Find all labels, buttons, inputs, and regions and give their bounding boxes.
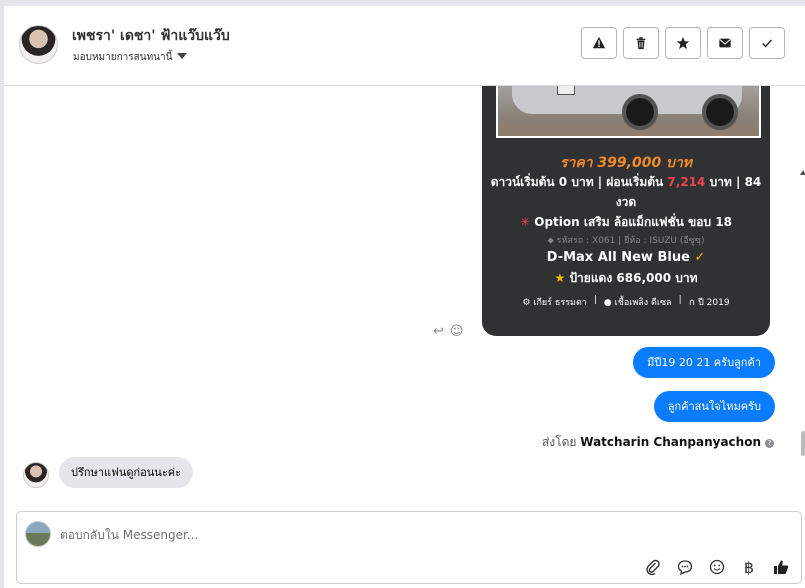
emoji-reaction-icon[interactable]: ☺ [450, 324, 464, 339]
star-icon: ★ [554, 271, 566, 285]
mark-unread-button[interactable] [707, 27, 743, 59]
emoji-button[interactable] [707, 557, 727, 577]
car-wheel [622, 94, 658, 130]
car-meta: ⬥ รหัสรถ : X061 | ยี่ห้อ : ISUZU (อีซูซุ… [547, 236, 705, 246]
report-spam-button[interactable] [581, 27, 617, 59]
gear-spec: ⚙ เกียร์ ธรรมดา [522, 298, 587, 308]
tag-icon: ⬥ [547, 236, 554, 246]
scroll-up-arrow[interactable] [800, 170, 805, 175]
assign-conversation-dropdown[interactable]: มอบหมายการสนทนานี้ [73, 50, 188, 65]
reply-icon[interactable]: ↩ [433, 324, 444, 339]
car-image [512, 86, 742, 130]
delete-button[interactable] [623, 27, 659, 59]
payment-button[interactable]: ฿ [739, 557, 759, 577]
sent-by-prefix: ส่งโดย [541, 435, 577, 449]
verified-badge-icon: ✓ [694, 250, 706, 265]
down-payment-prefix: ดาวน์เริ่มต้น 0 บาท | ผ่อนเริ่มต้น [490, 175, 664, 189]
divider: | [593, 295, 597, 305]
chat-bubble-icon [677, 560, 693, 575]
header-actions [581, 27, 785, 59]
option-text: ✳ Option เสริม ล้อแม็กแฟชั่น ขอบ 18 [520, 215, 732, 229]
asterisk-icon: ✳ [520, 215, 531, 229]
paperclip-icon [646, 559, 660, 575]
outgoing-message[interactable]: มีปี19 20 21 ครับลูกค้า [633, 347, 775, 378]
year-spec: ∩ ปี 2019 [688, 298, 730, 308]
contact-name[interactable]: เพชรา' เดชา' ฟ้าแว๊บแว๊บ [72, 25, 230, 47]
down-payment-text: ดาวน์เริ่มต้น 0 บาท | ผ่อนเริ่มต้น 7,214… [488, 172, 764, 212]
divider: | [678, 295, 682, 305]
sent-by-label: ส่งโดย Watcharin Chanpanyachon? [542, 433, 774, 452]
scrollbar-thumb[interactable] [801, 431, 805, 456]
attach-button[interactable] [643, 557, 663, 577]
card-details: ราคา 399,000 บาท ดาวน์เริ่มต้น 0 บาท | ผ… [482, 154, 770, 309]
mark-done-button[interactable] [749, 27, 785, 59]
info-icon[interactable]: ? [765, 439, 774, 448]
conversation-header: เพชรา' เดชา' ฟ้าแว๊บแว๊บ มอบหมายการสนทนา… [4, 6, 805, 86]
fuel-drop-icon: ● [603, 298, 612, 308]
car-model: D-Max All New Blue ✓ [546, 250, 706, 265]
envelope-icon [719, 38, 731, 48]
like-button[interactable] [771, 557, 791, 577]
arch-icon: ∩ [688, 298, 696, 308]
contact-avatar[interactable] [19, 25, 58, 64]
composer-tools: ฿ [643, 557, 791, 577]
chevron-down-icon [177, 53, 188, 59]
thumbs-up-icon [774, 560, 789, 574]
gear-icon: ⚙ [522, 298, 531, 308]
mark-star-button[interactable] [665, 27, 701, 59]
sender-name: Watcharin Chanpanyachon [580, 435, 761, 449]
red-plate-price: ★ ป้ายแดง 686,000 บาท [554, 271, 698, 285]
license-plate [557, 86, 575, 95]
reply-input[interactable]: ตอบกลับใน Messenger... [60, 526, 198, 545]
baht-icon: ฿ [743, 557, 755, 577]
message-actions: ↩ ☺ [433, 324, 463, 339]
message-thread[interactable]: ราคา 399,000 บาท ดาวน์เริ่มต้น 0 บาท | ผ… [4, 86, 805, 511]
outgoing-message[interactable]: ลูกค้าสนใจไหมครับ [653, 391, 775, 422]
assign-label: มอบหมายการสนทนานี้ [73, 52, 173, 63]
fuel-spec: ● เชื้อเพลิง ดีเซล [603, 298, 672, 308]
page-avatar [25, 521, 51, 547]
emoji-icon [709, 559, 725, 575]
reply-composer[interactable]: ตอบกลับใน Messenger... ฿ [16, 511, 802, 584]
star-icon [676, 36, 690, 50]
car-photo[interactable] [496, 86, 761, 138]
incoming-message[interactable]: ปรึกษาแฟนดูก่อนนะค่ะ [59, 457, 193, 488]
car-price: ราคา 399,000 บาท [559, 155, 693, 171]
car-listing-card[interactable]: ราคา 399,000 บาท ดาวน์เริ่มต้น 0 บาท | ผ… [482, 86, 770, 336]
conversation-panel: เพชรา' เดชา' ฟ้าแว๊บแว๊บ มอบหมายการสนทนา… [4, 6, 805, 588]
trash-icon [636, 37, 646, 50]
contact-avatar-small [23, 462, 49, 488]
saved-replies-button[interactable] [675, 557, 695, 577]
warning-icon [592, 36, 606, 49]
installment-amount: 7,214 [667, 175, 706, 189]
check-icon [762, 39, 772, 48]
car-specs: ⚙ เกียร์ ธรรมดา | ● เชื้อเพลิง ดีเซล | ∩… [482, 295, 770, 309]
car-wheel [702, 94, 738, 130]
